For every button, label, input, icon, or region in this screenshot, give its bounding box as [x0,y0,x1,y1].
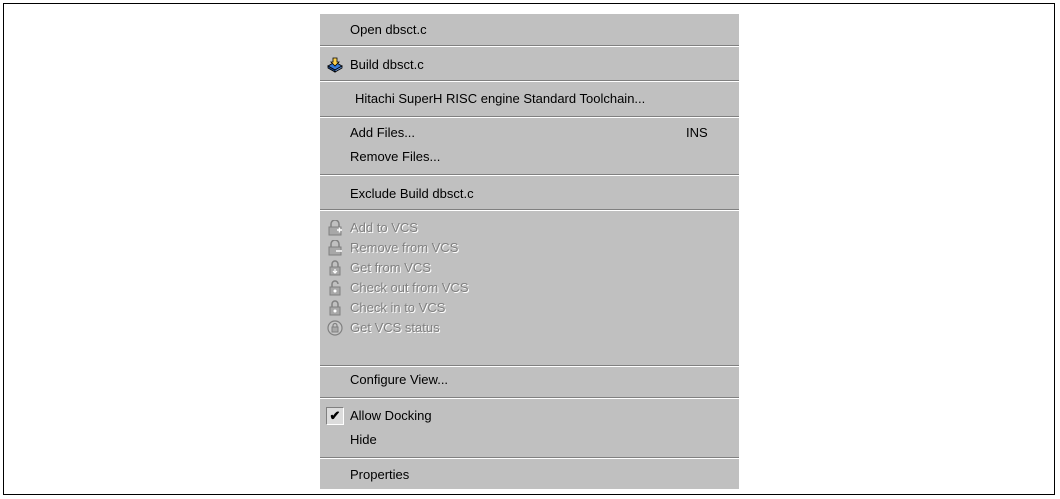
vcs-status-icon [327,320,343,336]
menu-item-configure-view-label: Configure View... [350,372,449,387]
menu-separator [320,80,739,82]
vcs-remove-icon [327,239,343,256]
menu-item-toolchain[interactable]: Hitachi SuperH RISC engine Standard Tool… [320,87,739,111]
menu-item-build-label: Build dbsct.c [350,57,424,72]
vcs-check-in-icon [327,300,343,316]
vcs-get-icon [327,260,343,276]
context-menu: Open dbsct.c Build dbsct.c Hitachi Super… [320,14,739,489]
vcs-add-icon [327,219,343,236]
menu-item-get-vcs-status[interactable]: Get VCS status [320,316,739,340]
menu-item-allow-docking-label: Allow Docking [350,408,432,423]
menu-item-exclude-build[interactable]: Exclude Build dbsct.c [320,182,739,206]
menu-separator [320,457,739,459]
menu-item-open-label: Open dbsct.c [350,22,427,37]
menu-separator [320,116,739,118]
menu-separator [320,397,739,399]
build-icon [327,57,343,73]
menu-item-configure-view[interactable]: Configure View... [320,368,739,392]
menu-item-hide-label: Hide [350,432,377,447]
menu-separator [320,209,739,211]
menu-separator [320,365,739,367]
menu-item-build[interactable]: Build dbsct.c [320,53,739,77]
add-files-shortcut: INS [686,125,708,140]
menu-item-open[interactable]: Open dbsct.c [320,18,739,42]
checkmark-icon: ✔ [326,407,344,425]
menu-item-exclude-build-label: Exclude Build dbsct.c [350,186,474,201]
menu-separator [320,174,739,176]
menu-item-get-vcs-status-label: Get VCS status [350,320,440,335]
menu-item-add-files-label: Add Files... [350,125,416,140]
menu-item-properties[interactable]: Properties [320,463,739,487]
vcs-check-out-icon [327,280,343,296]
menu-item-toolchain-label: Hitachi SuperH RISC engine Standard Tool… [355,91,646,106]
menu-item-remove-files-label: Remove Files... [350,149,441,164]
menu-separator [320,45,739,47]
menu-item-properties-label: Properties [350,467,410,482]
menu-item-hide[interactable]: Hide [320,428,739,452]
menu-item-remove-files[interactable]: Remove Files... [320,145,739,169]
menu-item-add-files[interactable]: Add Files... INS [320,121,739,145]
menu-item-allow-docking[interactable]: ✔ Allow Docking [320,404,739,428]
